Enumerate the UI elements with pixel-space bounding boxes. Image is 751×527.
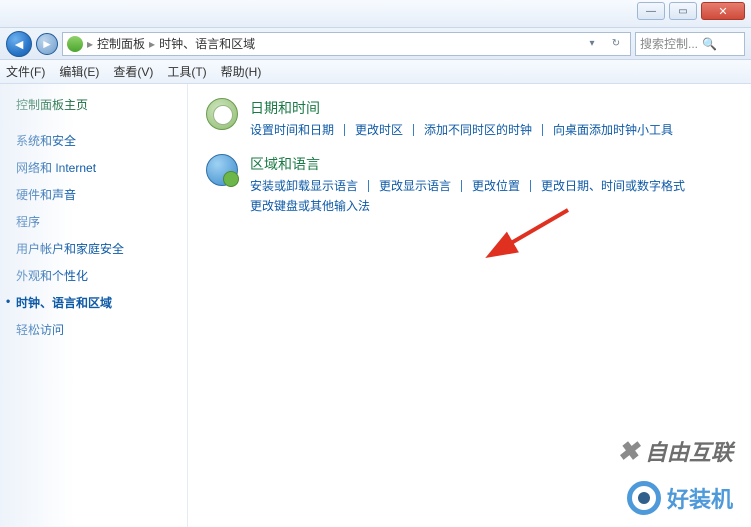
sidebar-list: 系统和安全 网络和 Internet 硬件和声音 程序 用户帐户和家庭安全 外观… <box>16 127 179 343</box>
link-change-date-number-format[interactable]: 更改日期、时间或数字格式 <box>541 177 685 194</box>
link-divider <box>368 180 369 192</box>
menu-tools[interactable]: 工具(T) <box>167 63 206 80</box>
link-divider <box>461 180 462 192</box>
sidebar-title[interactable]: 控制面板主页 <box>16 96 179 113</box>
close-button[interactable]: ✕ <box>701 2 745 20</box>
watermark-x-icon: ✖ <box>617 436 639 467</box>
window-titlebar: — ▭ ✕ <box>0 0 751 28</box>
links-row-region-1: 安装或卸载显示语言 更改显示语言 更改位置 更改日期、时间或数字格式 <box>250 177 733 194</box>
sidebar-item-network-internet[interactable]: 网络和 Internet <box>16 154 179 181</box>
link-change-keyboard-input[interactable]: 更改键盘或其他输入法 <box>250 197 370 214</box>
watermark-circle-icon <box>627 481 661 515</box>
refresh-button[interactable]: ↻ <box>606 38 626 49</box>
window-controls: — ▭ ✕ <box>633 2 745 20</box>
menu-file[interactable]: 文件(F) <box>6 63 45 80</box>
nav-forward-button[interactable]: ► <box>36 33 58 55</box>
sidebar-item-user-accounts[interactable]: 用户帐户和家庭安全 <box>16 235 179 262</box>
maximize-button[interactable]: ▭ <box>669 2 697 20</box>
link-change-location[interactable]: 更改位置 <box>472 177 520 194</box>
category-date-time: 日期和时间 设置时间和日期 更改时区 添加不同时区的时钟 向桌面添加时钟小工具 <box>206 98 733 138</box>
control-panel-icon <box>67 36 83 52</box>
watermark-haozhuangji: 好装机 <box>627 481 733 515</box>
link-divider <box>413 124 414 136</box>
sidebar-item-ease-of-access[interactable]: 轻松访问 <box>16 316 179 343</box>
breadcrumb-sep: ▸ <box>149 37 155 51</box>
maximize-icon: ▭ <box>678 6 687 17</box>
sidebar: 控制面板主页 系统和安全 网络和 Internet 硬件和声音 程序 用户帐户和… <box>0 84 188 527</box>
menu-help[interactable]: 帮助(H) <box>221 63 262 80</box>
menubar: 文件(F) 编辑(E) 查看(V) 工具(T) 帮助(H) <box>0 60 751 84</box>
link-change-timezone[interactable]: 更改时区 <box>355 121 403 138</box>
link-divider <box>530 180 531 192</box>
link-divider <box>542 124 543 136</box>
links-row-region-2: 更改键盘或其他输入法 <box>250 197 733 214</box>
category-region-language: 区域和语言 安装或卸载显示语言 更改显示语言 更改位置 更改日期、时间或数字格式… <box>206 154 733 214</box>
link-add-timezone-clocks[interactable]: 添加不同时区的时钟 <box>424 121 532 138</box>
menu-view[interactable]: 查看(V) <box>113 63 153 80</box>
watermark-text-1: 自由互联 <box>645 435 733 467</box>
search-box[interactable]: 搜索控制... 🔍 <box>635 32 745 56</box>
sidebar-item-system-security[interactable]: 系统和安全 <box>16 127 179 154</box>
link-change-display-language[interactable]: 更改显示语言 <box>379 177 451 194</box>
sidebar-item-appearance[interactable]: 外观和个性化 <box>16 262 179 289</box>
watermark-ziyouhulian: ✖ 自由互联 <box>617 435 733 467</box>
sidebar-item-clock-lang-region[interactable]: 时钟、语言和区域 <box>16 289 179 316</box>
breadcrumb-sep: ▸ <box>87 37 93 51</box>
link-set-date-time[interactable]: 设置时间和日期 <box>250 121 334 138</box>
nav-back-button[interactable]: ◄ <box>6 31 32 57</box>
search-icon: 🔍 <box>702 37 717 51</box>
address-bar[interactable]: ▸ 控制面板 ▸ 时钟、语言和区域 ▾ ↻ <box>62 32 631 56</box>
link-divider <box>344 124 345 136</box>
menu-edit[interactable]: 编辑(E) <box>59 63 99 80</box>
link-add-desktop-clock-gadget[interactable]: 向桌面添加时钟小工具 <box>553 121 673 138</box>
minimize-icon: — <box>646 6 656 17</box>
search-placeholder: 搜索控制... <box>640 35 698 52</box>
address-row: ◄ ► ▸ 控制面板 ▸ 时钟、语言和区域 ▾ ↻ 搜索控制... 🔍 <box>0 28 751 60</box>
breadcrumb-control-panel[interactable]: 控制面板 <box>97 35 145 52</box>
globe-icon <box>206 154 238 186</box>
close-icon: ✕ <box>718 5 727 18</box>
sidebar-item-hardware-sound[interactable]: 硬件和声音 <box>16 181 179 208</box>
minimize-button[interactable]: — <box>637 2 665 20</box>
watermark-text-2: 好装机 <box>667 482 733 514</box>
sidebar-item-programs[interactable]: 程序 <box>16 208 179 235</box>
clock-icon <box>206 98 238 130</box>
breadcrumb-clock-lang-region[interactable]: 时钟、语言和区域 <box>159 35 255 52</box>
category-title-region-language[interactable]: 区域和语言 <box>250 154 733 174</box>
address-dropdown-icon[interactable]: ▾ <box>582 38 602 49</box>
link-install-display-language[interactable]: 安装或卸载显示语言 <box>250 177 358 194</box>
links-row-date-time: 设置时间和日期 更改时区 添加不同时区的时钟 向桌面添加时钟小工具 <box>250 121 733 138</box>
category-title-date-time[interactable]: 日期和时间 <box>250 98 733 118</box>
